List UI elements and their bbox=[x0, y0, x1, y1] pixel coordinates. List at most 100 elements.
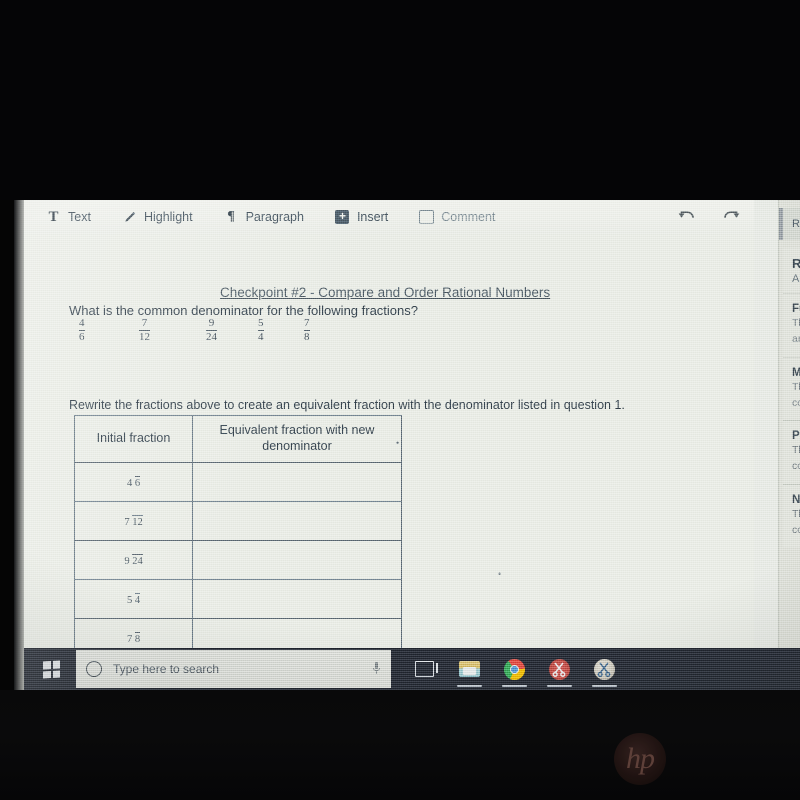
table-cell-answer[interactable] bbox=[192, 579, 402, 619]
fraction-numerator: 9 bbox=[208, 317, 215, 329]
laptop-photo: T Text Highlight ¶ Paragraph + Insert Co… bbox=[0, 0, 800, 800]
windows-taskbar: Type here to search bbox=[24, 648, 800, 690]
table-row: 7 12 bbox=[74, 501, 402, 541]
toolbar-label-paragraph: Paragraph bbox=[245, 210, 304, 224]
fraction-denominator: 12 bbox=[132, 515, 143, 528]
rubric-level-title: Mos bbox=[792, 367, 800, 379]
table-cell-answer[interactable] bbox=[192, 540, 402, 580]
toolbar-item-highlight[interactable]: Highlight bbox=[122, 210, 193, 225]
table-row: 9 24 bbox=[74, 540, 402, 580]
rubric-sidebar: Rati Rat Appl Full Ther and Mos Ther con… bbox=[778, 200, 800, 648]
fraction-denominator: 6 bbox=[134, 476, 141, 489]
fraction-item: 4 6 bbox=[79, 317, 85, 343]
table-cell-initial-fraction: 4 6 bbox=[74, 462, 193, 502]
toolbar-item-text[interactable]: T Text bbox=[46, 208, 91, 225]
editor-toolbar: T Text Highlight ¶ Paragraph + Insert Co… bbox=[24, 200, 754, 234]
question-1-fraction-list: 4 6 7 12 9 24 5 4 7 8 bbox=[69, 317, 389, 350]
rubric-level-mostly[interactable]: Mos Ther conc bbox=[783, 356, 800, 421]
comment-icon bbox=[419, 210, 435, 225]
cursor-mark: • bbox=[396, 438, 400, 448]
rubric-level-line2: conc bbox=[792, 460, 800, 473]
rubric-level-not[interactable]: Not Ther conc bbox=[783, 483, 800, 548]
windows-start-icon[interactable] bbox=[30, 652, 72, 686]
fraction-numerator: 7 bbox=[304, 317, 310, 329]
laptop-screen: T Text Highlight ¶ Paragraph + Insert Co… bbox=[14, 200, 800, 690]
task-view-icon[interactable] bbox=[402, 648, 447, 690]
fraction-denominator: 4 bbox=[134, 593, 141, 606]
search-circle-icon bbox=[86, 661, 102, 677]
table-header-initial-fraction: Initial fraction bbox=[74, 415, 193, 463]
document-page: Checkpoint #2 - Compare and Order Ration… bbox=[24, 234, 754, 648]
rubric-level-line1: Ther bbox=[792, 507, 800, 520]
undo-redo-group bbox=[678, 208, 740, 223]
snip-sketch-icon[interactable] bbox=[582, 648, 627, 690]
rubric-subheading: Appl bbox=[792, 273, 800, 285]
table-cell-answer[interactable] bbox=[192, 618, 402, 648]
document-title: Checkpoint #2 - Compare and Order Ration… bbox=[220, 285, 551, 300]
laptop-bezel-top bbox=[0, 0, 800, 200]
fraction-numerator: 5 bbox=[258, 317, 264, 329]
table-cell-answer[interactable] bbox=[192, 501, 402, 541]
taskbar-pinned-apps bbox=[402, 648, 627, 690]
insert-plus-icon: + bbox=[335, 210, 350, 225]
toolbar-item-paragraph[interactable]: ¶ Paragraph bbox=[224, 210, 304, 225]
redo-arrow-icon[interactable] bbox=[723, 208, 740, 223]
fraction-item: 7 8 bbox=[304, 317, 310, 343]
equivalent-fraction-table: Initial fraction Equivalent fraction wit… bbox=[74, 415, 402, 648]
file-explorer-icon[interactable] bbox=[447, 648, 492, 690]
chrome-icon[interactable] bbox=[492, 648, 537, 690]
pdf-editor-window: T Text Highlight ¶ Paragraph + Insert Co… bbox=[24, 200, 800, 648]
table-cell-initial-fraction: 7 12 bbox=[74, 501, 193, 541]
fraction-item: 5 4 bbox=[258, 317, 264, 343]
fraction-denominator: 8 bbox=[304, 329, 310, 343]
question-2-text: Rewrite the fractions above to create an… bbox=[69, 398, 625, 412]
fraction-numerator: 7 bbox=[126, 634, 133, 645]
fraction-numerator: 4 bbox=[126, 478, 133, 489]
text-icon: T bbox=[48, 208, 59, 225]
toolbar-label-text: Text bbox=[68, 210, 91, 224]
table-row: 5 4 bbox=[74, 579, 402, 619]
table-cell-answer[interactable] bbox=[192, 462, 402, 502]
hp-logo: hp bbox=[614, 733, 666, 785]
snipping-tool-icon[interactable] bbox=[537, 648, 582, 690]
fraction-denominator: 24 bbox=[206, 329, 217, 343]
microphone-icon[interactable] bbox=[372, 661, 381, 677]
search-input[interactable]: Type here to search bbox=[76, 650, 391, 688]
fraction-item: 7 12 bbox=[139, 317, 150, 343]
rubric-level-line2: and bbox=[792, 333, 800, 346]
rubric-level-line1: Ther bbox=[792, 317, 800, 329]
sidebar-tab-label: Rati bbox=[792, 218, 800, 230]
toolbar-item-insert[interactable]: + Insert bbox=[335, 210, 388, 225]
fraction-numerator: 4 bbox=[79, 317, 85, 329]
search-placeholder: Type here to search bbox=[113, 662, 220, 676]
rubric-level-line2: conc bbox=[792, 396, 800, 409]
fraction-denominator: 6 bbox=[79, 329, 85, 343]
rubric-level-title: Part bbox=[792, 430, 800, 443]
fraction-numerator: 7 bbox=[141, 317, 148, 329]
fraction-denominator: 8 bbox=[134, 632, 141, 645]
laptop-bezel-bottom bbox=[0, 690, 800, 800]
toolbar-label-comment: Comment bbox=[441, 210, 496, 224]
rubric-level-line1: Ther bbox=[792, 380, 800, 393]
rubric-level-line1: Ther bbox=[792, 444, 800, 457]
table-row: 4 6 bbox=[74, 462, 402, 502]
toolbar-label-insert: Insert bbox=[356, 210, 389, 224]
screen-speck: • bbox=[498, 569, 502, 579]
question-1-text: What is the common denominator for the f… bbox=[69, 303, 419, 318]
table-header-equivalent-fraction: Equivalent fraction with new denominator bbox=[192, 415, 402, 463]
paragraph-icon: ¶ bbox=[227, 209, 235, 224]
table-header-row: Initial fraction Equivalent fraction wit… bbox=[74, 415, 402, 463]
toolbar-item-comment[interactable]: Comment bbox=[419, 210, 495, 225]
fraction-numerator: 5 bbox=[126, 595, 133, 606]
rubric-level-full[interactable]: Full Ther and bbox=[783, 293, 800, 357]
rubric-level-line2: conc bbox=[792, 523, 800, 536]
fraction-denominator: 12 bbox=[139, 329, 150, 343]
rubric-heading: Rat bbox=[783, 248, 800, 273]
fraction-numerator: 7 bbox=[124, 517, 130, 528]
fraction-item: 9 24 bbox=[206, 317, 217, 343]
fraction-numerator: 9 bbox=[124, 556, 130, 567]
sidebar-tab-rationale[interactable]: Rati bbox=[779, 208, 800, 240]
toolbar-label-highlight: Highlight bbox=[143, 210, 193, 224]
rubric-level-partially[interactable]: Part Ther conc bbox=[783, 420, 800, 484]
undo-arrow-icon[interactable] bbox=[678, 208, 695, 223]
